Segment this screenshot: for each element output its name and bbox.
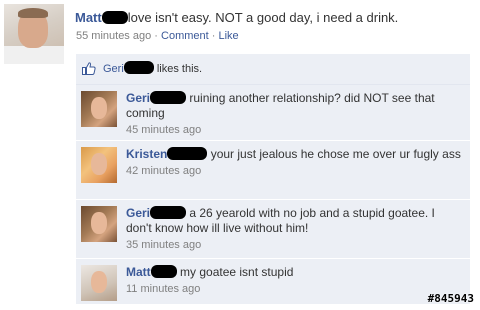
comment-timestamp[interactable]: 45 minutes ago: [126, 123, 461, 138]
redaction-bar: [167, 147, 208, 160]
liker-name[interactable]: Geri: [103, 63, 124, 75]
comment-body: Matt my goatee isnt stupid 11 minutes ag…: [126, 265, 461, 297]
commenter-name[interactable]: Geri: [126, 91, 150, 105]
post-author-name[interactable]: Matt: [75, 10, 102, 25]
watermark: #845943: [427, 292, 474, 305]
comment-text: your just jealous he chose me over ur fu…: [210, 147, 461, 161]
redaction-bar: [150, 206, 187, 219]
commenter-avatar[interactable]: [81, 147, 117, 183]
commenter-avatar[interactable]: [81, 265, 117, 301]
comment-item: Geri a 26 yearold with no job and a stup…: [76, 200, 470, 259]
post-timestamp[interactable]: 55 minutes ago: [76, 30, 151, 42]
redaction-bar: [150, 265, 177, 278]
commenter-avatar[interactable]: [81, 206, 117, 242]
comment-thread: Geri likes this. Geri ruining another re…: [76, 54, 470, 306]
meta-separator: ·: [211, 30, 216, 42]
commenter-name[interactable]: Geri: [126, 206, 150, 220]
comment-item: Kristen your just jealous he chose me ov…: [76, 141, 470, 200]
post-text: love isn't easy. NOT a good day, i need …: [127, 10, 399, 25]
comment-timestamp[interactable]: 42 minutes ago: [126, 164, 461, 179]
comment-text: my goatee isnt stupid: [180, 265, 294, 279]
redaction-bar: [101, 11, 128, 24]
comment-item: Geri ruining another relationship? did N…: [76, 85, 470, 141]
comment-link[interactable]: Comment: [161, 30, 209, 42]
commenter-name[interactable]: Matt: [126, 265, 151, 279]
comment-body: Geri ruining another relationship? did N…: [126, 91, 461, 138]
comment-item: Matt my goatee isnt stupid 11 minutes ag…: [76, 259, 470, 305]
post-header: Matt love isn't easy. NOT a good day, i n…: [75, 10, 475, 26]
likes-label: likes this.: [156, 63, 203, 75]
comment-timestamp[interactable]: 11 minutes ago: [126, 282, 461, 297]
comment-body: Geri a 26 yearold with no job and a stup…: [126, 206, 461, 253]
comment-body: Kristen your just jealous he chose me ov…: [126, 147, 461, 179]
likes-text: Geri likes this.: [103, 54, 202, 84]
meta-separator: ·: [154, 30, 158, 42]
commenter-avatar[interactable]: [81, 91, 117, 127]
commenter-name[interactable]: Kristen: [126, 147, 167, 161]
post-author-avatar[interactable]: [4, 4, 64, 64]
comment-timestamp[interactable]: 35 minutes ago: [126, 238, 461, 253]
like-link[interactable]: Like: [219, 30, 239, 42]
redaction-bar: [150, 91, 187, 104]
likes-row: Geri likes this.: [76, 54, 470, 85]
post-meta: 55 minutes ago · Comment · Like: [76, 30, 239, 42]
thumbs-up-icon: [82, 62, 96, 75]
redaction-bar: [123, 61, 154, 74]
